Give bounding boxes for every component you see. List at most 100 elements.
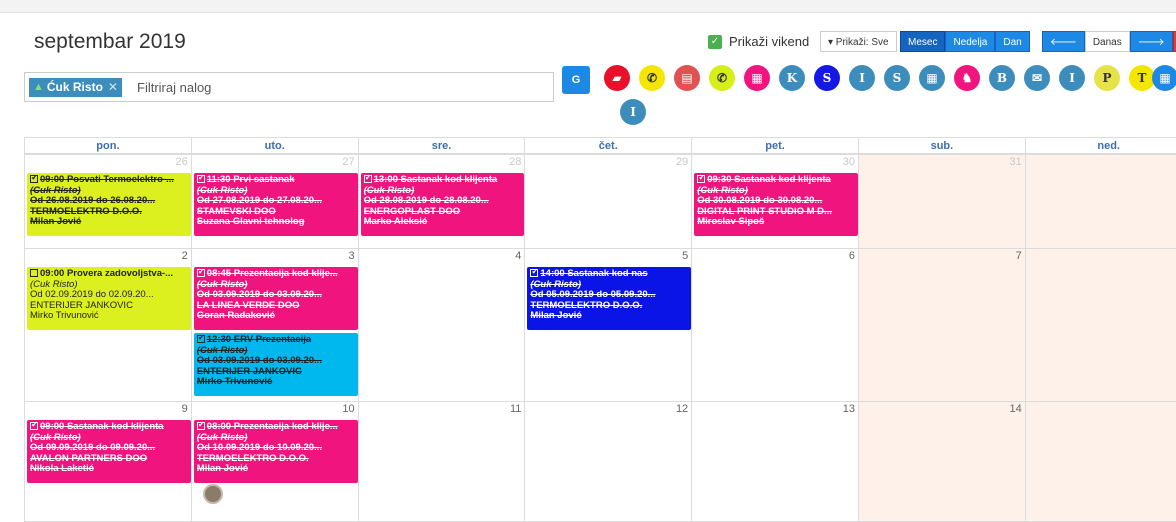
day-cell[interactable]: 6 (691, 248, 859, 402)
calendar-event[interactable]: 08:45 Prezentacija kod klije...(Ćuk Rist… (193, 267, 358, 330)
calendar-event[interactable]: 09:30 Sastanak kod klijenta(Ćuk Risto)Od… (694, 173, 858, 236)
day-number[interactable]: 7 (1016, 250, 1022, 262)
mail-icon[interactable]: ✉ (1024, 65, 1050, 91)
checkbox-checked-icon[interactable] (697, 175, 706, 183)
letter-i-icon[interactable]: I (620, 99, 646, 125)
event-contact: Mirko Trivunović (196, 377, 273, 387)
group-icon[interactable]: ♞ (954, 65, 980, 91)
document-icon[interactable]: ▦ (1152, 65, 1176, 91)
day-cell[interactable]: 12 (524, 401, 693, 522)
letter-s-icon[interactable]: S (884, 65, 910, 91)
back-arrow-icon[interactable]: 🡐 (1172, 31, 1176, 52)
note-icon[interactable]: ▰ (604, 65, 630, 91)
show-filter-dropdown[interactable]: ▾ Prikaži: Sve (820, 31, 897, 52)
day-cell[interactable]: 8 (1024, 248, 1176, 402)
day-number[interactable]: 6 (849, 250, 855, 262)
calendar-event[interactable]: 14:00 Sastanak kod nas(Ćuk Risto)Od 05.0… (527, 267, 692, 330)
day-number[interactable]: 11 (510, 403, 521, 415)
top-bar (0, 0, 1176, 13)
day-cell[interactable]: 14 (858, 401, 1026, 522)
day-number[interactable]: 28 (509, 156, 521, 168)
day-number[interactable]: 30 (843, 156, 855, 168)
list-icon[interactable]: ▤ (674, 65, 700, 91)
filter-box[interactable]: ▲ Ćuk Risto ✕ Filtriraj nalog (24, 72, 554, 102)
document-icon[interactable]: ▦ (919, 65, 945, 91)
day-number[interactable]: 4 (515, 250, 521, 262)
calendar-event[interactable]: 11:30 Prvi sastanak(Ćuk Risto)Od 27.08.2… (193, 173, 358, 236)
letter-s-icon[interactable]: S (814, 65, 840, 91)
day-cell[interactable]: 11 (357, 401, 526, 522)
day-number[interactable]: 2 (182, 250, 188, 262)
event-headline: 08:45 Prezentacija kod klije... (196, 269, 355, 280)
calendar-event[interactable]: 12:30 ERV Prezentacija(Ćuk Risto)Od 03.0… (193, 333, 358, 396)
event-title: Sastanak kod klijenta (66, 422, 164, 432)
prev-arrow-icon[interactable]: 🡐 (1042, 31, 1085, 52)
calendar-event[interactable]: 09:00 Sastanak kod klijenta(Ćuk Risto)Od… (27, 420, 191, 483)
letter-p-icon[interactable]: P (1094, 65, 1120, 91)
view-week-button[interactable]: Nedelja (945, 31, 996, 52)
event-title: Prezentacija kod klije... (233, 269, 338, 279)
calendar-event[interactable]: 13:00 Sastanak kod klijenta(Ćuk Risto)Od… (360, 173, 525, 236)
day-cell[interactable]: 1 (1024, 154, 1176, 249)
day-cell[interactable]: 31 (858, 154, 1026, 249)
show-filter-group[interactable]: ▾ Prikaži: Sve (820, 31, 897, 52)
event-time: 11:30 (206, 175, 231, 185)
day-number[interactable]: 9 (182, 403, 188, 415)
checkbox-checked-icon[interactable] (196, 175, 205, 183)
event-time: 09:00 (40, 175, 65, 185)
next-arrow-icon[interactable]: 🡒 (1129, 31, 1173, 52)
day-number[interactable]: 5 (682, 250, 688, 262)
day-header: sre. (357, 137, 526, 154)
event-time: 12:30 (206, 335, 232, 345)
day-cell[interactable]: 4 (357, 248, 526, 402)
document-icon[interactable]: ▦ (744, 65, 770, 91)
weekend-toggle[interactable]: ✓ Prikaži vikend (708, 34, 809, 49)
day-number[interactable]: 27 (342, 156, 354, 168)
view-day-button[interactable]: Dan (995, 31, 1030, 52)
calendar-event[interactable]: 09:00 Provera zadovoljstva-... (Ćuk Risto… (27, 267, 191, 330)
event-company: ENTERIJER JANKOVIĆ (30, 300, 133, 311)
day-cell[interactable]: 29 (524, 154, 693, 249)
calendar-event[interactable]: 09:00 Posvati Termoelektro-...(Ćuk Risto… (27, 173, 191, 236)
day-number[interactable]: 3 (348, 250, 354, 262)
checkbox-checked-icon[interactable] (363, 175, 372, 183)
checkbox-checked-icon[interactable] (30, 175, 39, 183)
checkbox-checked-icon[interactable]: ✓ (708, 34, 722, 49)
user-filter-tag[interactable]: ▲ Ćuk Risto ✕ (29, 78, 122, 97)
checkbox-checked-icon[interactable] (196, 422, 205, 430)
letter-k-icon[interactable]: K (779, 65, 805, 91)
day-number[interactable]: 12 (676, 403, 688, 415)
checkbox-checked-icon[interactable] (30, 422, 39, 430)
checkbox-checked-icon[interactable] (196, 335, 205, 343)
checkbox-checked-icon[interactable] (530, 269, 539, 277)
today-button[interactable]: Danas (1084, 31, 1130, 52)
remove-tag-icon[interactable]: ✕ (108, 78, 118, 97)
day-number[interactable]: 31 (1010, 156, 1022, 168)
checkbox-checked-icon[interactable] (196, 269, 205, 277)
day-number[interactable]: 10 (342, 403, 354, 415)
go-button[interactable]: G (562, 66, 590, 94)
user-tag-label: Ćuk Risto (46, 80, 103, 94)
letter-b-icon[interactable]: B (989, 65, 1015, 91)
event-company: LA LINEA VERDE DOO (196, 300, 300, 311)
day-number[interactable]: 13 (843, 403, 855, 415)
event-owner: (Ćuk Risto) (196, 345, 248, 356)
user-icon: ▲ (33, 81, 44, 93)
day-cell[interactable]: 7 (858, 248, 1026, 402)
day-number[interactable]: 26 (176, 156, 188, 168)
checkbox-icon[interactable] (30, 269, 38, 277)
day-number[interactable]: 29 (676, 156, 688, 168)
day-cell[interactable]: 13 (691, 401, 859, 522)
phone-icon[interactable]: ✆ (709, 65, 735, 91)
letter-i-icon[interactable]: I (1059, 65, 1085, 91)
phone-icon[interactable]: ✆ (639, 65, 665, 91)
calendar-event[interactable]: 08:00 Prezentacija kod klije...(Ćuk Rist… (193, 420, 358, 483)
letter-i-icon[interactable]: I (849, 65, 875, 91)
event-owner: (Ćuk Risto) (196, 432, 248, 443)
event-contact: Mirko Trivunović (30, 311, 99, 321)
day-cell[interactable]: 15 (1024, 401, 1176, 522)
event-company: TERMOELEKTRO D.O.O. (30, 206, 142, 217)
day-number[interactable]: 14 (1010, 403, 1022, 415)
filter-input[interactable]: Filtriraj nalog (137, 80, 211, 95)
view-month-button[interactable]: Mesec (900, 31, 946, 52)
